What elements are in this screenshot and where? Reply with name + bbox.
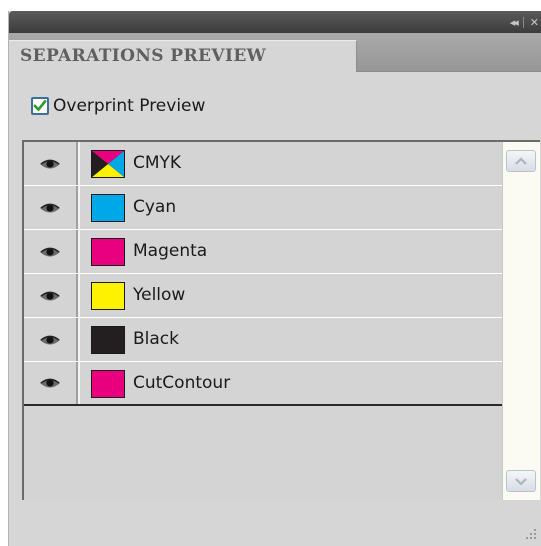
scroll-down-button[interactable]: [506, 470, 536, 492]
yellow-swatch: [91, 282, 125, 310]
chevron-down-icon: [515, 477, 527, 486]
eye-icon: [40, 203, 60, 212]
double-chevron-left-icon[interactable]: ◂◂: [510, 16, 519, 29]
panel-title-bar[interactable]: ◂◂ ✕: [9, 11, 541, 33]
separation-label: CutContour: [133, 373, 231, 393]
scroll-up-button[interactable]: [506, 150, 536, 172]
visibility-toggle[interactable]: [24, 186, 80, 229]
separation-row-cmyk[interactable]: CMYK: [24, 142, 502, 186]
separation-label: Yellow: [133, 285, 186, 305]
eye-icon: [40, 159, 60, 168]
visibility-toggle[interactable]: [24, 230, 80, 273]
divider: [522, 16, 524, 28]
checkmark-icon: [33, 99, 47, 112]
tab-separations-preview[interactable]: SEPARATIONS PREVIEW: [9, 40, 357, 72]
tab-strip: SEPARATIONS PREVIEW: [9, 33, 541, 72]
visibility-toggle[interactable]: [24, 274, 80, 317]
overprint-preview-checkbox[interactable]: [31, 97, 49, 115]
separation-row-cyan[interactable]: Cyan: [24, 186, 502, 230]
separation-row-black[interactable]: Black: [24, 318, 502, 362]
title-controls: ◂◂ ✕: [510, 14, 539, 30]
visibility-toggle[interactable]: [24, 362, 80, 404]
separations-preview-panel: ◂◂ ✕ SEPARATIONS PREVIEW Overprint Previ…: [8, 11, 541, 546]
cutcontour-swatch: [91, 370, 125, 398]
eye-icon: [40, 247, 60, 256]
visibility-toggle[interactable]: [24, 142, 80, 185]
resize-grip-icon[interactable]: [525, 528, 537, 540]
separation-label: Magenta: [133, 241, 208, 261]
close-icon[interactable]: ✕: [530, 16, 539, 29]
separation-row-magenta[interactable]: Magenta: [24, 230, 502, 274]
separation-row-cutcontour[interactable]: CutContour: [24, 362, 502, 406]
black-swatch: [91, 326, 125, 354]
visibility-toggle[interactable]: [24, 318, 80, 361]
separation-row-yellow[interactable]: Yellow: [24, 274, 502, 318]
cmyk-swatch-icon: [91, 150, 125, 178]
separation-label: Black: [133, 329, 179, 349]
eye-icon: [40, 291, 60, 300]
overprint-preview-toggle[interactable]: Overprint Preview: [31, 94, 205, 118]
separation-label: Cyan: [133, 197, 177, 217]
separation-label: CMYK: [133, 153, 182, 173]
eye-icon: [40, 335, 60, 344]
chevron-up-icon: [515, 156, 527, 165]
separations-list: CMYK Cyan Magenta Yellow Black CutContou…: [22, 140, 540, 500]
separations-rows: CMYK Cyan Magenta Yellow Black CutContou…: [24, 142, 502, 406]
overprint-preview-label: Overprint Preview: [53, 96, 206, 116]
vertical-scrollbar[interactable]: [502, 142, 540, 500]
eye-icon: [40, 378, 60, 388]
magenta-swatch: [91, 238, 125, 266]
cyan-swatch: [91, 194, 125, 222]
